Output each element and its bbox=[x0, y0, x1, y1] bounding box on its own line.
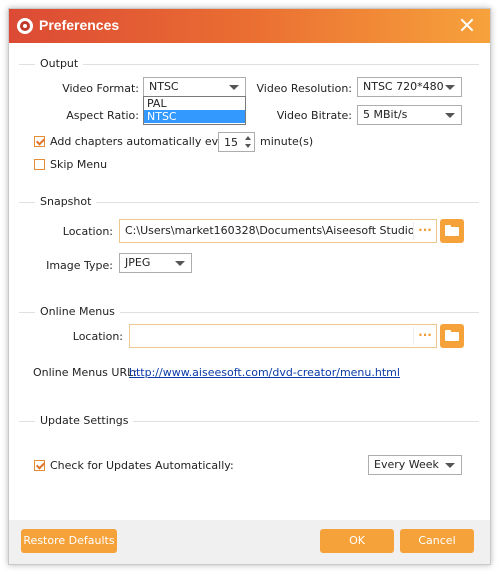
video-format-dropdown: PAL NTSC bbox=[143, 96, 246, 125]
image-type-select[interactable]: JPEG bbox=[119, 253, 192, 273]
video-bitrate-label: Video Bitrate: bbox=[276, 109, 352, 122]
video-format-label: Video Format: bbox=[62, 82, 139, 95]
dialog-title: Preferences bbox=[39, 17, 120, 33]
folder-icon bbox=[445, 227, 459, 236]
snapshot-section-title: Snapshot bbox=[35, 195, 97, 208]
check-updates-checkbox[interactable] bbox=[34, 460, 45, 471]
chevron-down-icon bbox=[445, 463, 455, 468]
restore-defaults-button[interactable]: Restore Defaults bbox=[21, 529, 117, 553]
chevron-down-icon bbox=[445, 113, 455, 118]
dropdown-option-pal[interactable]: PAL bbox=[144, 97, 245, 110]
update-frequency-select[interactable]: Every Week bbox=[368, 455, 462, 475]
video-resolution-label: Video Resolution: bbox=[256, 82, 353, 95]
dialog-footer: Restore Defaults OK Cancel bbox=[9, 520, 490, 564]
output-divider bbox=[19, 64, 479, 65]
cancel-button[interactable]: Cancel bbox=[400, 529, 474, 553]
chapters-interval-value: 15 bbox=[224, 136, 238, 149]
video-bitrate-value: 5 MBit/s bbox=[363, 108, 408, 121]
snapshot-location-field[interactable]: C:\Users\market160328\Documents\Aiseesof… bbox=[119, 219, 437, 243]
video-resolution-select[interactable]: NTSC 720*480 bbox=[357, 77, 462, 97]
video-resolution-value: NTSC 720*480 bbox=[363, 80, 444, 93]
video-format-select[interactable]: NTSC bbox=[143, 77, 246, 97]
preferences-dialog: Preferences Output Video Format: NTSC PA… bbox=[8, 8, 491, 565]
online-menus-folder-button[interactable] bbox=[440, 324, 464, 348]
output-section-title: Output bbox=[35, 57, 84, 70]
snapshot-folder-button[interactable] bbox=[440, 219, 464, 243]
dropdown-option-ntsc[interactable]: NTSC bbox=[144, 110, 245, 123]
skip-menu-checkbox[interactable] bbox=[34, 159, 45, 170]
check-updates-label: Check for Updates Automatically: bbox=[50, 459, 234, 472]
close-icon[interactable] bbox=[459, 17, 475, 33]
video-format-value: NTSC bbox=[149, 80, 179, 93]
folder-icon bbox=[445, 332, 459, 341]
snapshot-location-value: C:\Users\market160328\Documents\Aiseesof… bbox=[125, 224, 437, 237]
snapshot-location-label: Location: bbox=[62, 225, 113, 238]
update-frequency-value: Every Week bbox=[374, 458, 439, 471]
ok-button[interactable]: OK bbox=[320, 529, 394, 553]
online-menus-url-link[interactable]: http://www.aiseesoft.com/dvd-creator/men… bbox=[129, 366, 400, 379]
app-logo-icon bbox=[17, 18, 33, 34]
online-menus-section-title: Online Menus bbox=[35, 305, 120, 318]
chevron-down-icon bbox=[229, 85, 239, 90]
spin-up-icon[interactable] bbox=[245, 136, 251, 140]
chevron-down-icon bbox=[175, 261, 185, 266]
image-type-value: JPEG bbox=[125, 256, 151, 269]
image-type-label: Image Type: bbox=[46, 259, 113, 272]
title-bar: Preferences bbox=[9, 9, 490, 43]
chapters-interval-spinner[interactable]: 15 bbox=[218, 132, 255, 152]
online-menus-location-label: Location: bbox=[72, 330, 123, 343]
chevron-down-icon bbox=[445, 85, 455, 90]
online-menus-url-label: Online Menus URL: bbox=[33, 366, 137, 379]
update-section-title: Update Settings bbox=[35, 414, 134, 427]
video-bitrate-select[interactable]: 5 MBit/s bbox=[357, 105, 462, 125]
add-chapters-checkbox[interactable] bbox=[34, 136, 45, 147]
skip-menu-label: Skip Menu bbox=[50, 158, 108, 171]
add-chapters-label: Add chapters automatically every bbox=[50, 135, 236, 148]
spin-down-icon[interactable] bbox=[245, 144, 251, 148]
aspect-ratio-label: Aspect Ratio: bbox=[66, 109, 139, 122]
chapters-unit-label: minute(s) bbox=[260, 135, 314, 148]
ellipsis-icon[interactable]: ··· bbox=[413, 222, 436, 240]
online-menus-location-field[interactable]: ··· bbox=[129, 324, 437, 348]
ellipsis-icon[interactable]: ··· bbox=[413, 327, 436, 345]
